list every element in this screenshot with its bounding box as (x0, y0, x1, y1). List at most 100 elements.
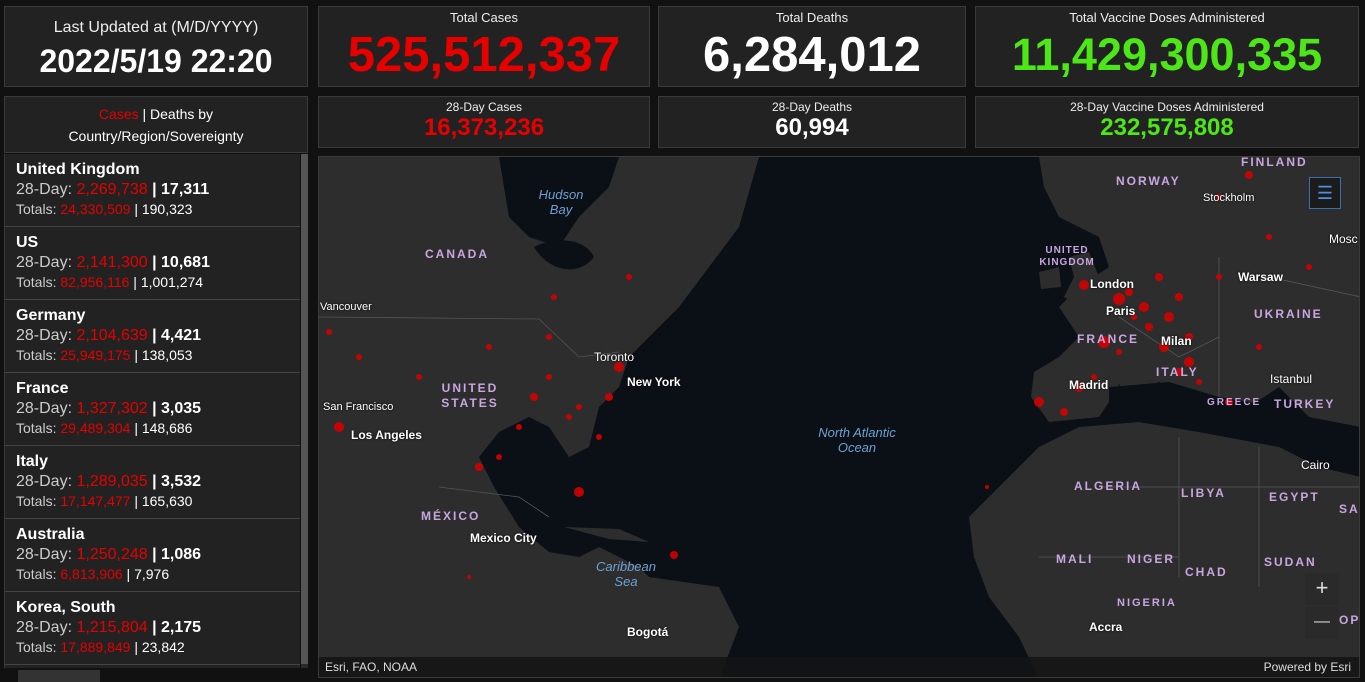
row-totals-prefix: Totals: (16, 201, 61, 217)
total-deaths-value: 6,284,012 (703, 28, 921, 82)
deaths-total: 7,976 (134, 566, 170, 582)
label-ukraine: UKRAINE (1254, 307, 1323, 321)
label-mali: MALI (1056, 552, 1094, 566)
row-28day-prefix: 28-Day: (16, 619, 77, 636)
total-vaccines-value: 11,429,300,335 (1011, 29, 1323, 80)
country-list: United Kingdom 28-Day: 2,269,738 | 17,311… (4, 154, 300, 668)
city-cairo: Cairo (1301, 458, 1330, 472)
row-28day: 28-Day: 1,289,035 | 3,532 (16, 473, 202, 490)
total-cases-label: Total Cases (450, 10, 518, 25)
row-28day-prefix: 28-Day: (16, 327, 77, 344)
deaths-28day: 4,421 (161, 327, 202, 344)
city-san-francisco: San Francisco (323, 401, 394, 413)
zoom-out-button[interactable]: — (1305, 607, 1339, 639)
row-totals: Totals: 17,147,477 | 165,630 (16, 493, 193, 509)
row-totals-prefix: Totals: (16, 639, 61, 655)
deaths-28day: 2,175 (161, 619, 202, 636)
map-land (319, 157, 1359, 677)
zoom-in-button[interactable]: + (1305, 573, 1339, 605)
label-turkey: TURKEY (1274, 397, 1336, 411)
list-item[interactable]: Korea, South 28-Day: 1,215,804 | 2,175 Tot… (5, 592, 300, 665)
cases-total: 6,813,906 (60, 566, 123, 582)
cases-total: 29,489,304 (60, 420, 131, 436)
row-totals: Totals: 6,813,906 | 7,976 (16, 566, 170, 582)
total-cases-panel: Total Cases 525,512,337 (318, 6, 650, 87)
label-united-states: UNITED STATES (441, 381, 499, 410)
vaccines-28day-label: 28-Day Vaccine Doses Administered (1070, 100, 1264, 114)
cases-total: 17,147,477 (60, 493, 131, 509)
deaths-total: 23,842 (141, 639, 185, 655)
list-item[interactable]: US 28-Day: 2,141,300 | 10,681 Totals: 82,9… (5, 227, 300, 300)
cases-28day: 2,269,738 (76, 181, 148, 198)
deaths-total: 190,323 (141, 201, 193, 217)
label-mexico: MÉXICO (421, 509, 481, 523)
list-item[interactable]: Australia 28-Day: 1,250,248 | 1,086 Totals… (5, 519, 300, 592)
row-28day: 28-Day: 1,250,248 | 1,086 (16, 546, 202, 563)
row-totals: Totals: 82,956,116 | 1,001,274 (16, 274, 204, 290)
cases-28day: 1,327,302 (76, 400, 148, 417)
last-updated-label: Last Updated at (M/D/YYYY) (53, 19, 259, 36)
cases-28day: 1,250,248 (76, 546, 148, 563)
row-28day-prefix: 28-Day: (16, 546, 77, 563)
city-toronto: Toronto (594, 350, 635, 364)
city-stockholm: Stockholm (1203, 192, 1255, 204)
label-france: FRANCE (1077, 332, 1139, 346)
list-title: Cases | Deaths by Country/Region/Soverei… (4, 96, 308, 153)
city-london: London (1090, 277, 1134, 291)
deaths-28day: 17,311 (161, 181, 210, 198)
label-canada: CANADA (425, 247, 489, 261)
row-totals-prefix: Totals: (16, 274, 61, 290)
label-libya: LIBYA (1181, 486, 1226, 500)
list-item[interactable]: Germany 28-Day: 2,104,639 | 4,421 Totals: … (5, 300, 300, 373)
city-paris: Paris (1106, 304, 1136, 318)
city-vancouver: Vancouver (320, 301, 372, 313)
row-28day: 28-Day: 1,327,302 | 3,035 (16, 400, 202, 417)
row-28day-prefix: 28-Day: (16, 254, 77, 271)
city-bogota: Bogotá (627, 625, 669, 639)
country-name: Australia (16, 526, 85, 543)
list-item[interactable]: United Kingdom 28-Day: 2,269,738 | 17,311… (5, 154, 300, 227)
row-28day: 28-Day: 2,104,639 | 4,421 (16, 327, 202, 344)
map-view[interactable]: Hudson Bay North Atlantic Ocean Caribbea… (318, 156, 1360, 678)
list-bottom-tab[interactable] (18, 670, 100, 682)
deaths-28day: 10,681 (161, 254, 210, 271)
label-algeria: ALGERIA (1074, 479, 1142, 493)
attribution-left[interactable]: Esri, FAO, NOAA (325, 660, 417, 674)
cases-28day: 1,215,804 (76, 619, 148, 636)
deaths-total: 138,053 (141, 347, 193, 363)
country-name: Italy (16, 453, 49, 470)
list-title-line2: Country/Region/Sovereignty (68, 128, 244, 144)
label-finland: FINLAND (1241, 156, 1308, 169)
cases-28day-value: 16,373,236 (423, 114, 545, 141)
list-title-cases[interactable]: Cases (99, 106, 139, 122)
row-totals-prefix: Totals: (16, 347, 61, 363)
label-chad: CHAD (1185, 565, 1228, 579)
list-item[interactable]: France 28-Day: 1,327,302 | 3,035 Totals: 2… (5, 373, 300, 446)
legend-list-icon[interactable]: ☰ (1309, 177, 1341, 209)
list-scroll-thumb[interactable] (301, 154, 308, 664)
deaths-28day-panel: 28-Day Deaths 60,994 (658, 96, 966, 148)
label-caribbean: Caribbean Sea (596, 559, 656, 589)
row-totals-prefix: Totals: (16, 420, 61, 436)
label-north-atlantic: North Atlantic Ocean (818, 425, 896, 455)
city-accra: Accra (1089, 620, 1123, 634)
list-item[interactable]: Italy 28-Day: 1,289,035 | 3,532 Totals: 17… (5, 446, 300, 519)
city-milan: Milan (1161, 334, 1192, 348)
deaths-28day: 1,086 (161, 546, 202, 563)
row-28day-prefix: 28-Day: (16, 181, 77, 198)
row-28day-prefix: 28-Day: (16, 400, 77, 417)
label-sudan: SUDAN (1264, 555, 1317, 569)
deaths-total: 148,686 (141, 420, 193, 436)
label-greece: GREECE (1207, 397, 1262, 408)
cases-total: 24,330,509 (60, 201, 131, 217)
city-warsaw: Warsaw (1238, 270, 1283, 284)
list-title-rest[interactable]: | Deaths by (139, 106, 213, 122)
country-name: US (16, 234, 39, 251)
country-name: France (16, 380, 69, 397)
attribution-right[interactable]: Powered by Esri (1264, 660, 1351, 674)
total-vaccines-panel: Total Vaccine Doses Administered 11,429,… (975, 6, 1359, 87)
label-norway: NORWAY (1116, 174, 1181, 188)
label-italy: ITALY (1156, 365, 1199, 379)
list-scrollbar[interactable] (301, 154, 308, 668)
deaths-28day: 3,035 (161, 400, 202, 417)
